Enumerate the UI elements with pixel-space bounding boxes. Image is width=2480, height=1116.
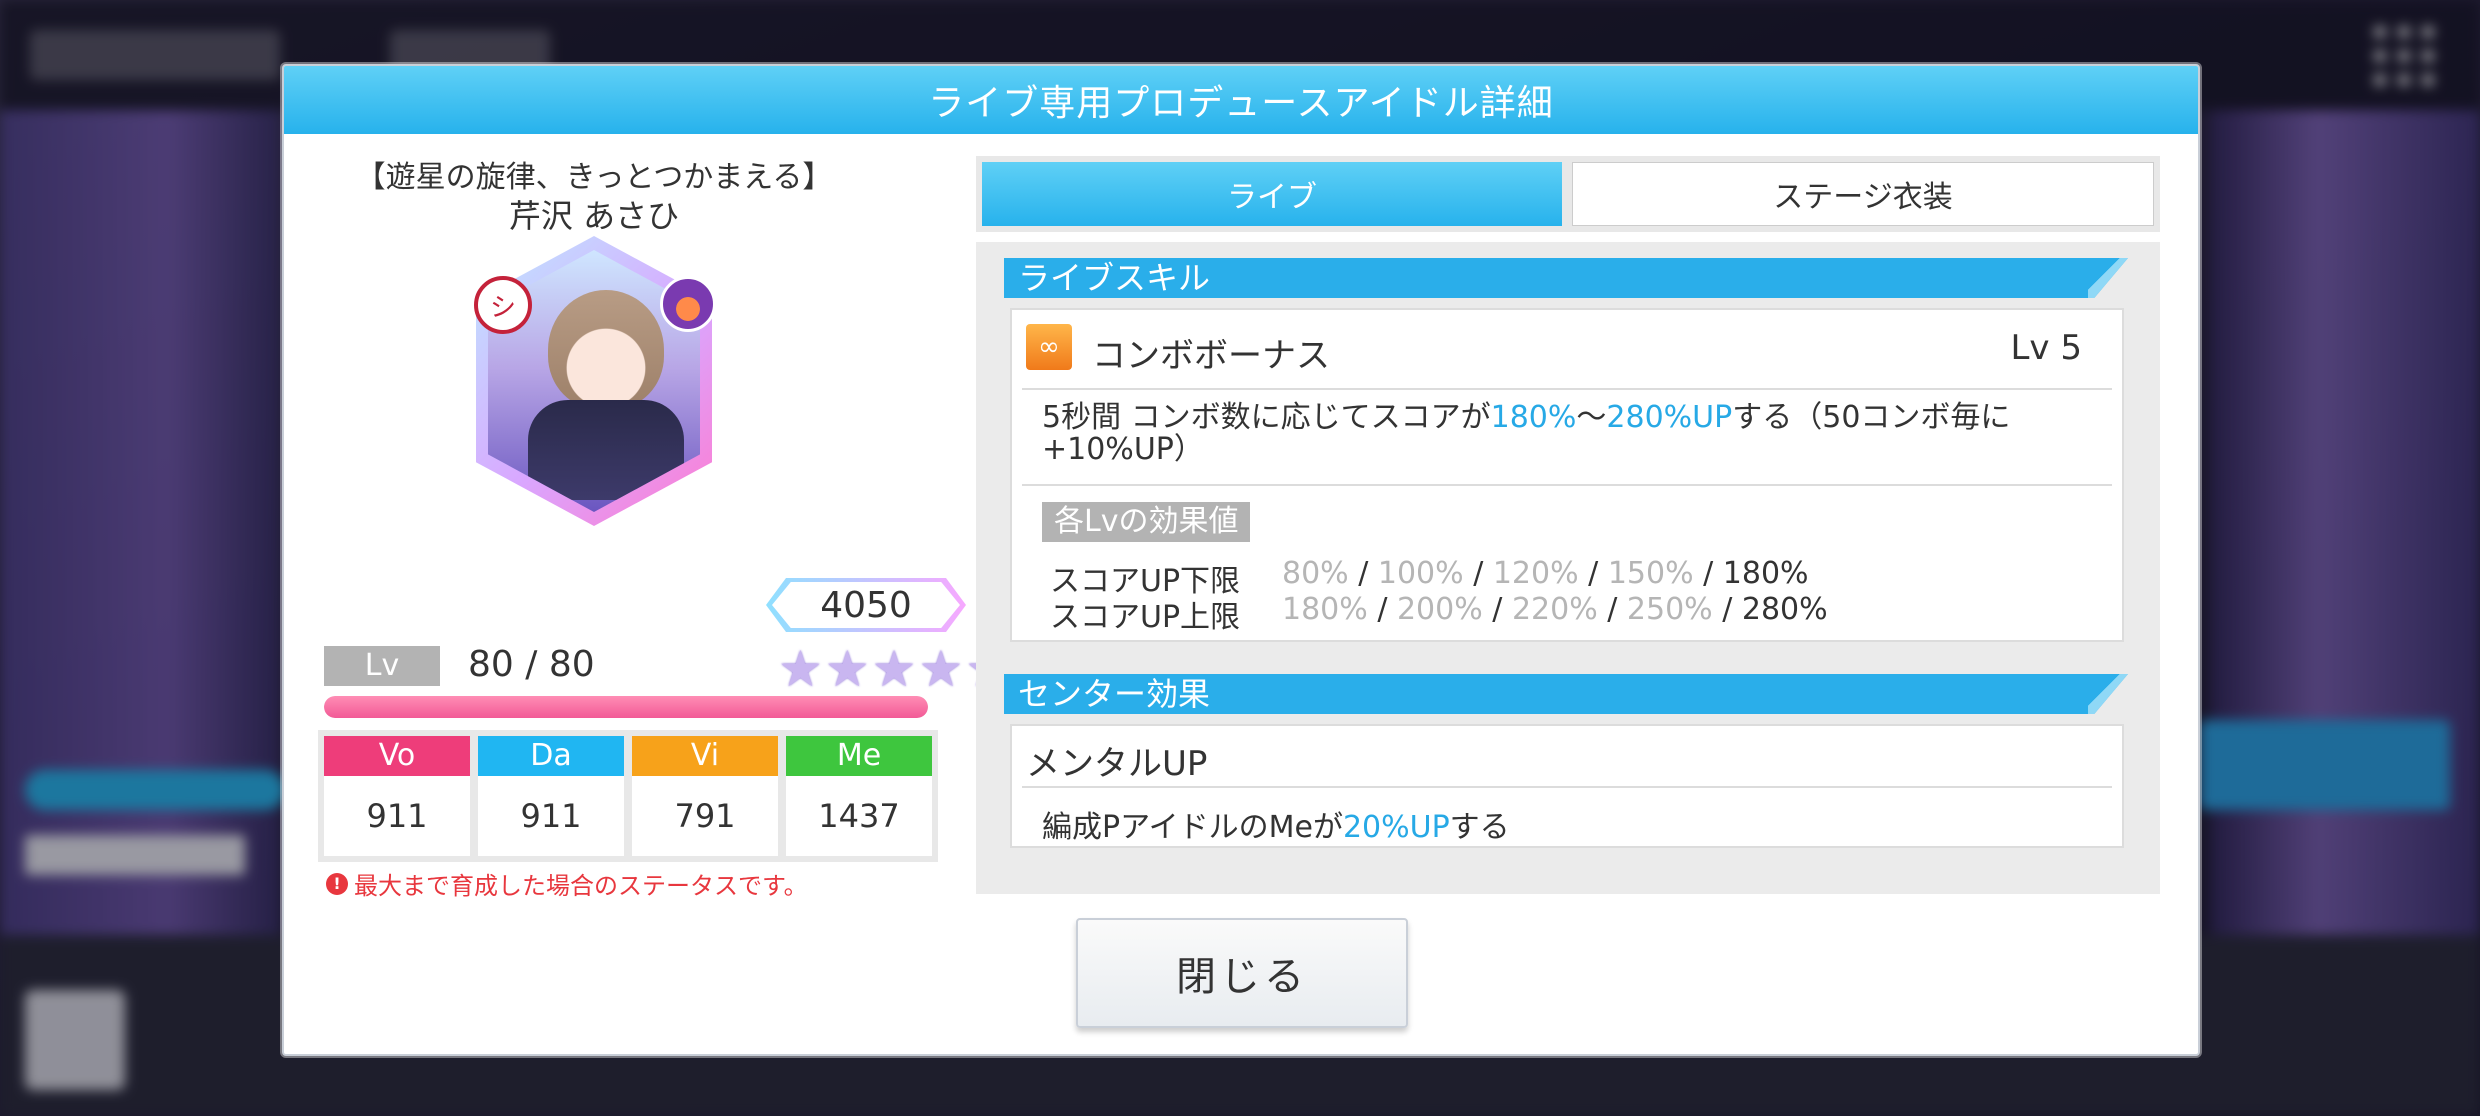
desc-highlight: 20%UP [1342, 810, 1450, 845]
desc-text: Me [1268, 810, 1313, 845]
value-lv3: 220% [1511, 592, 1598, 627]
stat-me: Me 1437 [786, 736, 932, 856]
level-progress-bar [324, 696, 928, 718]
header-decoration [2088, 674, 2128, 714]
desc-text: 編成Pアイドルの [1042, 810, 1269, 845]
level-progress-fill [324, 696, 928, 718]
skill-description: 5秒間 コンボ数に応じてスコアが180%〜280%UPする（50コンボ毎に +10… [1042, 402, 2082, 466]
star-icon: ★ [871, 640, 917, 698]
stat-value: 911 [520, 797, 582, 835]
value-lv4: 250% [1626, 592, 1713, 627]
stat-label: Vo [324, 736, 470, 776]
value-lv4: 150% [1607, 556, 1694, 591]
row-values: 180% / 200% / 220% / 250% / 280% [1282, 592, 1828, 627]
value-lv5: 280% [1741, 592, 1828, 627]
center-effect-title: センター効果 [1018, 675, 1211, 713]
modal-header: ライブ専用プロデュースアイドル詳細 [284, 66, 2198, 134]
divider [1022, 786, 2112, 788]
value-lv5: 180% [1722, 556, 1809, 591]
star-icon: ★ [918, 640, 964, 698]
desc-text: 〜 [1576, 400, 1607, 435]
stat-value: 911 [366, 797, 428, 835]
star-icon: ★ [824, 640, 870, 698]
center-effect-description: 編成PアイドルのMeが20%UPする [1042, 802, 1510, 846]
power-display: 4050 [766, 578, 966, 632]
header-decoration [2088, 258, 2128, 298]
value-lv1: 180% [1282, 592, 1368, 627]
desc-text: する（50コンボ毎に [1732, 400, 2011, 435]
star-icon: ★ [778, 640, 823, 698]
value-lv2: 100% [1377, 556, 1464, 591]
detail-tabs: ライブ ステージ衣装 [976, 156, 2160, 232]
value-lv2: 200% [1396, 592, 1483, 627]
desc-text: +10%UP） [1042, 432, 1204, 467]
center-effect-name: メンタルUP [1026, 744, 1208, 784]
live-skill-title: ライブスキル [1018, 259, 1211, 297]
skill-level: Lv 5 [2010, 328, 2082, 368]
value-lv3: 120% [1492, 556, 1579, 591]
live-detail-panel: ライブスキル ∞ コンボボーナス Lv 5 5秒間 コンボ数に応じてスコアが18… [976, 242, 2160, 894]
idol-name: 芹沢 あさひ [508, 197, 680, 235]
status-note: ! 最大まで育成した場合のステータスです。 [326, 866, 808, 901]
desc-text: する [1449, 810, 1510, 845]
idea-type-icon [660, 276, 716, 332]
divider [1022, 484, 2112, 486]
combo-skill-icon: ∞ [1026, 324, 1072, 370]
desc-highlight: 280%UP [1606, 400, 1733, 435]
score-upper-row: スコアUP上限 180% / 200% / 220% / 250% / 280% [1050, 592, 1828, 636]
idol-detail-modal: ライブ専用プロデュースアイドル詳細 【遊星の旋律、きっとつかまえる】 芹沢 あさ… [282, 64, 2200, 1056]
stat-value: 791 [674, 797, 736, 835]
desc-text: 5秒間 コンボ数に応じてスコアが [1042, 400, 1491, 435]
idol-portrait[interactable]: シ [474, 236, 716, 526]
unit-logo-icon: シ [474, 276, 532, 334]
live-skill-box: ∞ コンボボーナス Lv 5 5秒間 コンボ数に応じてスコアが180%〜280%… [1010, 308, 2124, 642]
close-button[interactable]: 閉じる [1076, 918, 1408, 1028]
desc-highlight: 180% [1490, 400, 1577, 435]
stat-label: Da [478, 736, 624, 776]
center-effect-box: メンタルUP 編成PアイドルのMeが20%UPする [1010, 724, 2124, 848]
tab-live[interactable]: ライブ [982, 162, 1562, 226]
stat-label: Vi [632, 736, 778, 776]
level-label: Lv [324, 646, 440, 686]
stat-vi: Vi 791 [632, 736, 778, 856]
tab-stage-costume[interactable]: ステージ衣装 [1572, 162, 2154, 226]
skill-name: コンボボーナス [1092, 336, 1330, 376]
value-lv1: 80% [1282, 556, 1349, 591]
power-value: 4050 [772, 582, 960, 628]
stat-da: Da 911 [478, 736, 624, 856]
alert-icon: ! [326, 872, 348, 895]
row-label: スコアUP上限 [1050, 600, 1241, 635]
center-effect-header: センター効果 [1004, 674, 2128, 714]
modal-title: ライブ専用プロデュースアイドル詳細 [928, 83, 1554, 124]
stat-value: 1437 [818, 797, 900, 835]
stats-table: Vo 911 Da 911 Vi 791 Me 1437 [318, 730, 938, 862]
live-skill-header: ライブスキル [1004, 258, 2128, 298]
stat-vo: Vo 911 [324, 736, 470, 856]
card-title: 【遊星の旋律、きっとつかまえる】 [355, 160, 833, 195]
divider [1022, 388, 2112, 390]
desc-text: が [1312, 810, 1343, 845]
portrait-face [548, 290, 664, 410]
level-effect-heading: 各Lvの効果値 [1042, 502, 1251, 542]
stat-label: Me [786, 736, 932, 776]
level-value: 80 / 80 [468, 644, 595, 685]
status-note-text: 最大まで育成した場合のステータスです。 [354, 872, 808, 900]
